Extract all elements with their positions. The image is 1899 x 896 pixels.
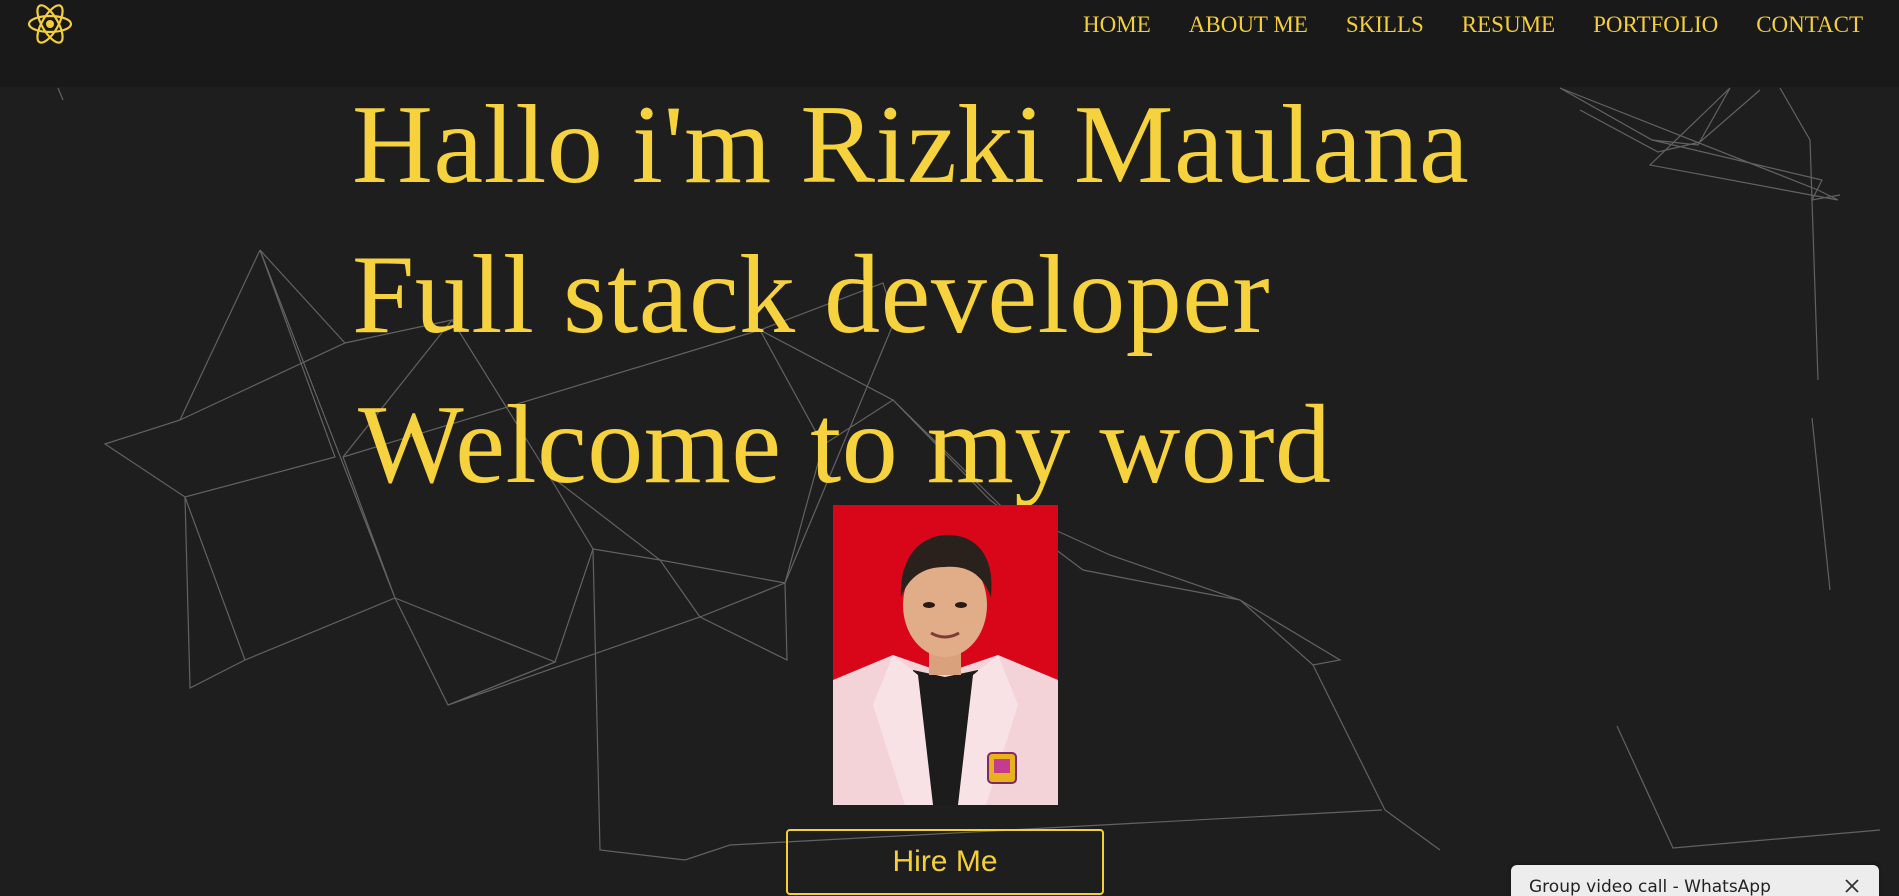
hero-welcome: Welcome to my word <box>358 383 1332 507</box>
nav-home[interactable]: HOME <box>1083 10 1151 40</box>
notification-title: Group video call - WhatsApp <box>1529 877 1771 896</box>
page: HOME ABOUT ME SKILLS RESUME PORTFOLIO CO… <box>0 0 1899 896</box>
nav-about-me[interactable]: ABOUT ME <box>1189 10 1308 40</box>
nav-resume[interactable]: RESUME <box>1462 10 1555 40</box>
hire-me-button[interactable]: Hire Me <box>786 829 1104 895</box>
close-icon[interactable] <box>1843 877 1861 895</box>
nav-portfolio[interactable]: PORTFOLIO <box>1593 10 1718 40</box>
hero-role: Full stack developer <box>352 233 1271 357</box>
nav-skills[interactable]: SKILLS <box>1346 10 1424 40</box>
navbar: HOME ABOUT ME SKILLS RESUME PORTFOLIO CO… <box>0 0 1899 87</box>
hero-greeting: Hallo i'm Rizki Maulana <box>352 83 1470 207</box>
hero-heading: Hallo i'm Rizki Maulana Full stack devel… <box>352 70 1469 520</box>
profile-photo <box>833 505 1058 805</box>
profile-photo-drawing <box>833 505 1058 805</box>
notification-popup[interactable]: Group video call - WhatsApp <box>1511 865 1879 896</box>
react-atom-icon[interactable] <box>25 2 75 46</box>
nav-contact[interactable]: CONTACT <box>1756 10 1863 40</box>
nav-menu: HOME ABOUT ME SKILLS RESUME PORTFOLIO CO… <box>1083 10 1863 40</box>
